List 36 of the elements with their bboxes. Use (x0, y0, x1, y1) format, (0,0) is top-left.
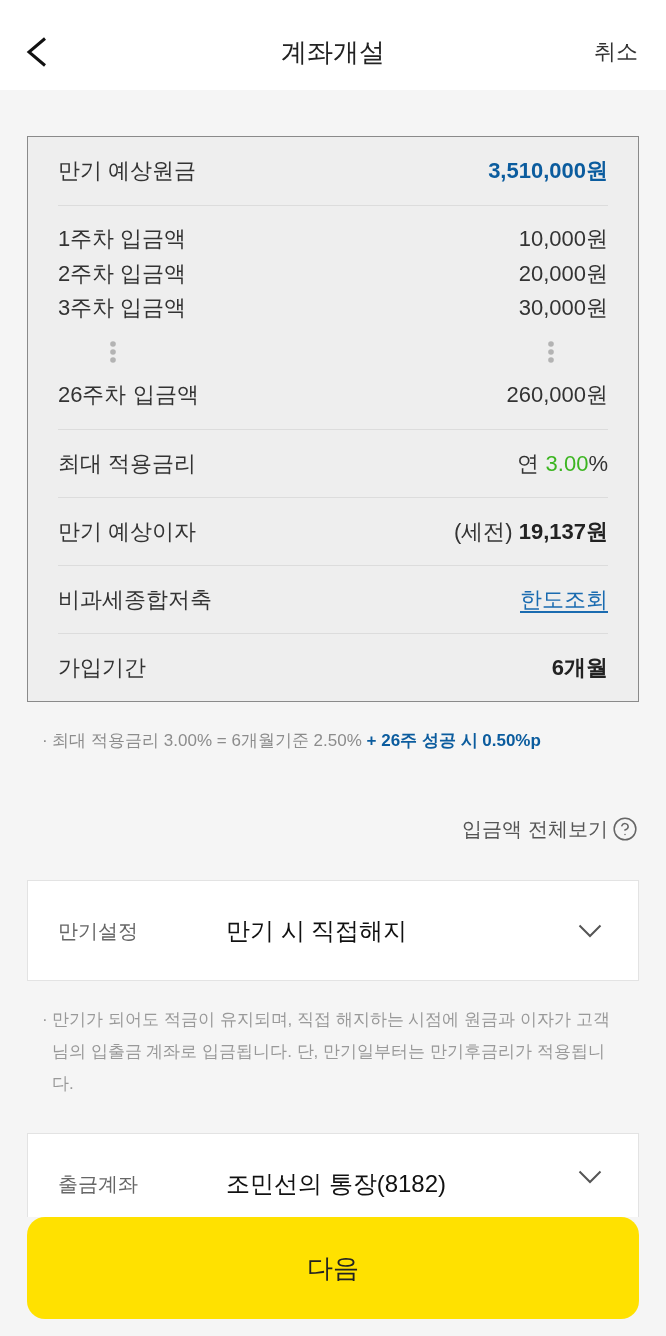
vertical-dots-icon (110, 340, 116, 363)
deposit-week-label: 2주차 입금액 (58, 259, 187, 288)
cancel-button[interactable]: 취소 (594, 37, 638, 67)
summary-label: 최대 적용금리 (58, 449, 197, 478)
dropdown-field[interactable]: 만기설정 만기 시 직접해지 (27, 880, 639, 981)
back-icon[interactable] (26, 37, 48, 67)
summary-value: (세전) 19,137원 (453, 517, 608, 546)
deposit-amount: 10,000원 (518, 225, 608, 254)
deposit-amount: 260,000원 (506, 380, 608, 409)
next-button[interactable]: 다음 (27, 1217, 639, 1319)
help-icon (612, 816, 638, 842)
deposit-amount: 20,000원 (518, 259, 608, 288)
deposit-amount: 30,000원 (518, 294, 608, 323)
maturity-note: · 만기가 되어도 적금이 유지되며, 직접 해지하는 시점에 원금과 이자가 고객님의 입출금 계좌로 입금됩니다. 단, 만기일부터는 만기후금리가 적용됩니다. (42, 1009, 610, 1095)
deposit-week-label: 26주차 입금액 (58, 380, 199, 409)
rate-value: 연 3.00% (517, 449, 608, 478)
field-label: 출금계좌 (58, 1172, 139, 1197)
limit-check-link[interactable]: 한도조회 (520, 584, 608, 615)
screen-title: 계좌개설 (281, 36, 385, 69)
chevron-down-icon (578, 923, 602, 938)
summary-label: 비과세종합저축 (58, 585, 212, 614)
field-label: 만기설정 (58, 918, 139, 944)
field-value: 만기 시 직접해지 (226, 916, 409, 945)
summary-value: 3,510,000원 (488, 157, 608, 185)
deposit-week-label: 1주차 입금액 (58, 225, 187, 254)
dropdown-field[interactable]: 출금계좌 조민선의 통장(8182) (27, 1133, 639, 1217)
chevron-down-icon (578, 1170, 602, 1184)
summary-value: 6개월 (551, 653, 608, 682)
deposit-week-label: 3주차 입금액 (58, 294, 187, 323)
rate-note: · 최대 적용금리 3.00% = 6개월기준 2.50% + 26주 성공 시 0.50%p (42, 730, 541, 752)
summary-label: 가입기간 (58, 653, 146, 682)
summary-label: 만기 예상원금 (58, 157, 197, 185)
summary-label: 만기 예상이자 (58, 517, 197, 546)
field-value: 조민선의 통장(8182) (226, 1170, 448, 1198)
deposit-schedule-link[interactable]: 입금액 전체보기 (462, 815, 638, 843)
vertical-dots-icon (548, 340, 554, 363)
